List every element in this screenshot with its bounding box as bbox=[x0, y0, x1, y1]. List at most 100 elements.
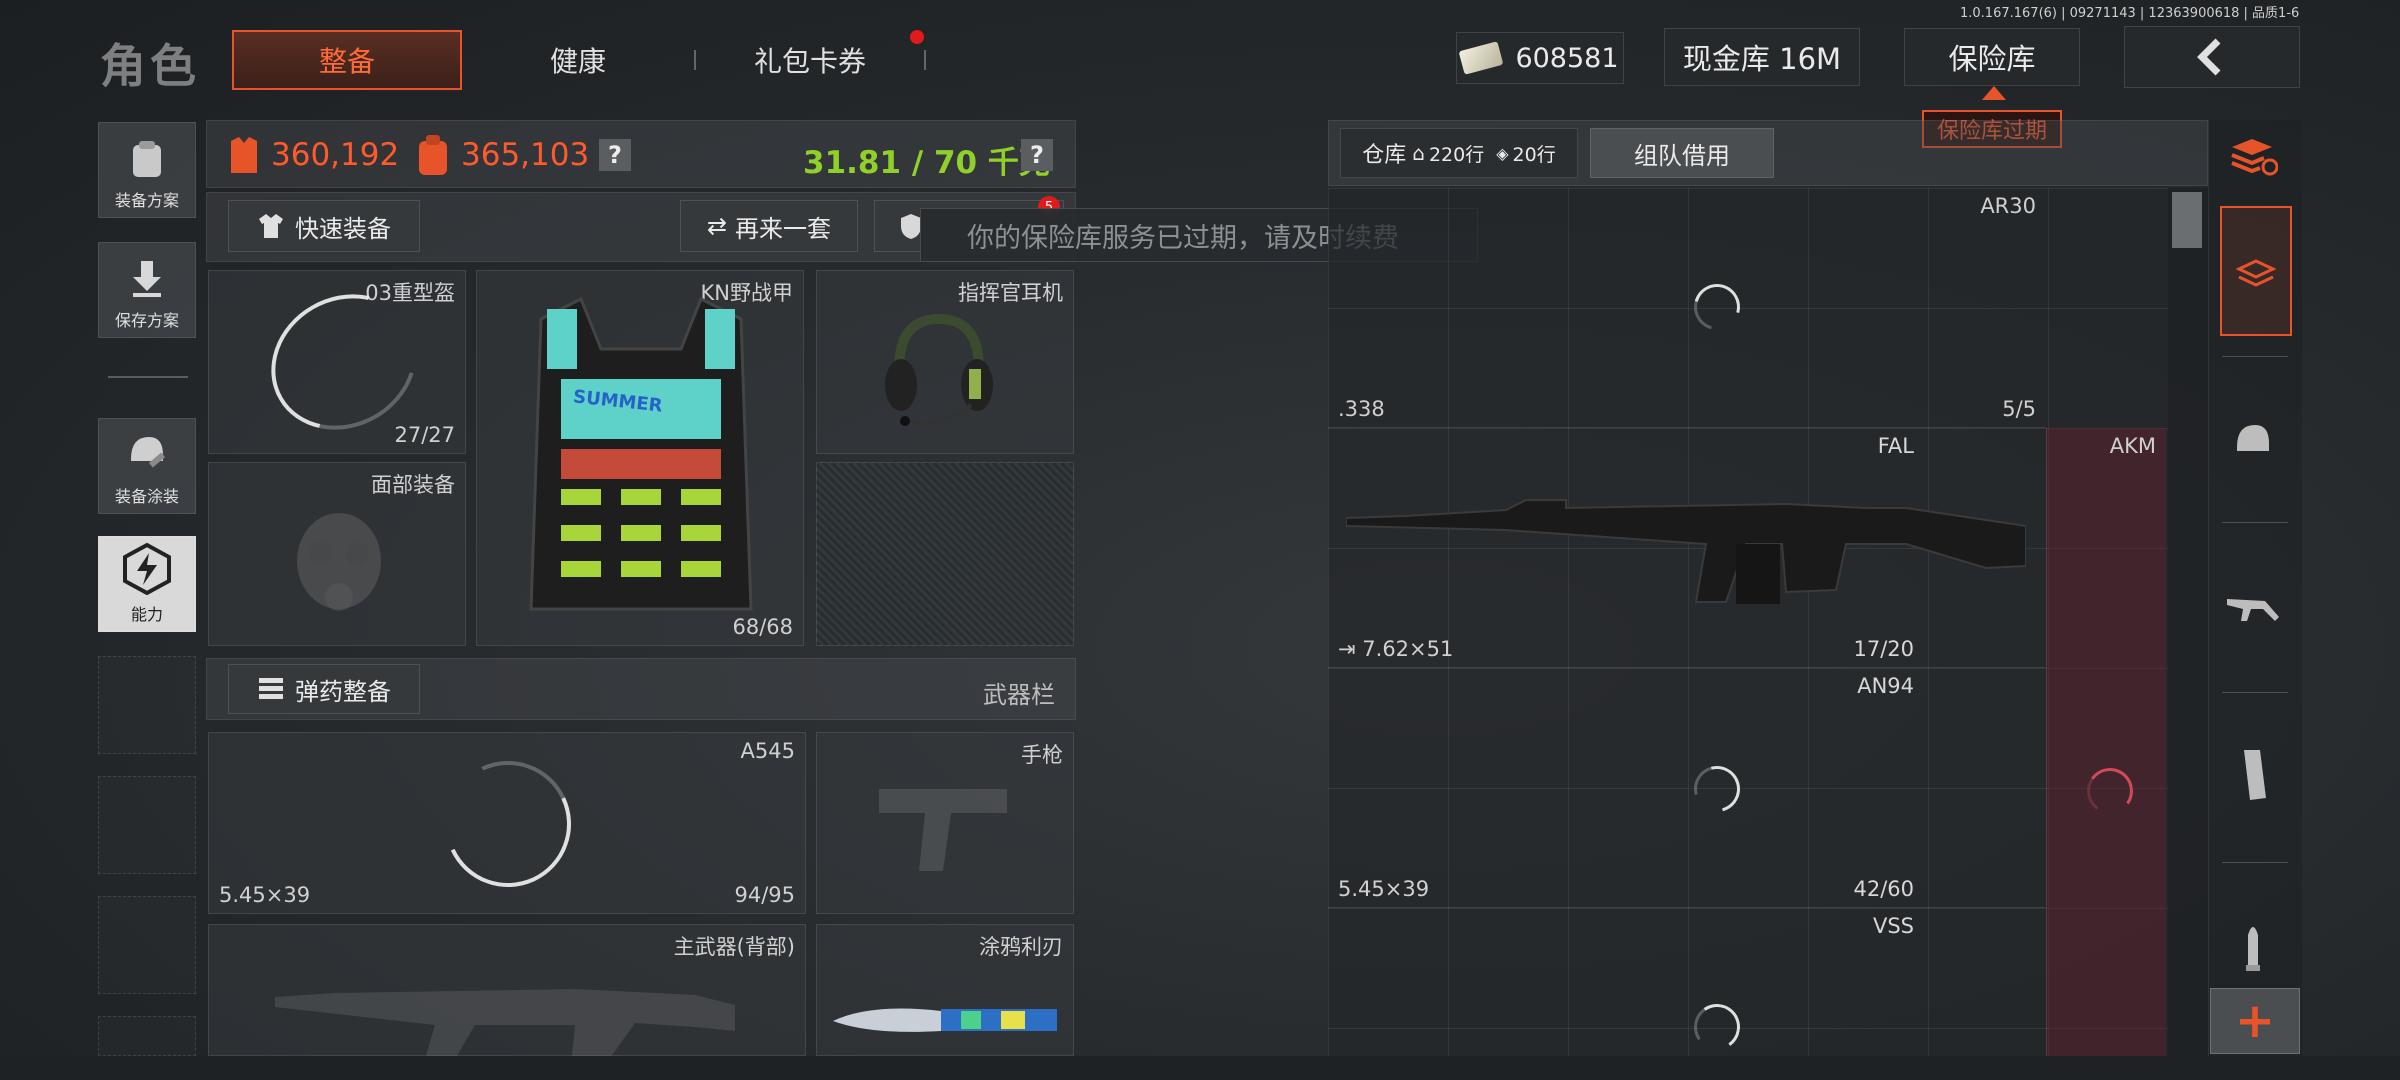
right-filter-all[interactable] bbox=[2220, 206, 2292, 336]
plus-icon: + bbox=[2234, 993, 2276, 1049]
rifle-silhouette-icon bbox=[275, 989, 735, 1065]
storage-scrollbar[interactable] bbox=[2168, 188, 2208, 1056]
fal-rifle-icon bbox=[1346, 499, 2026, 604]
rail-empty-slot bbox=[98, 656, 196, 754]
headset-slot[interactable]: 指挥官耳机 bbox=[816, 270, 1074, 454]
quick-equip-button[interactable]: 快速装备 bbox=[228, 200, 420, 252]
tab-health[interactable]: 健康 bbox=[478, 30, 678, 90]
slot-name: A545 bbox=[740, 739, 795, 763]
magazine-icon bbox=[2244, 750, 2266, 800]
pistol-slot[interactable]: 手枪 bbox=[816, 732, 1074, 914]
equip-again-label: 再来一套 bbox=[735, 214, 832, 243]
slot-name: 指挥官耳机 bbox=[958, 281, 1063, 305]
rail-equipment-skin[interactable]: 装备涂装 bbox=[98, 418, 196, 514]
filter-ammo[interactable] bbox=[2218, 910, 2288, 980]
value-help-button[interactable]: ? bbox=[599, 139, 631, 171]
tab-prepare[interactable]: 整备 bbox=[232, 30, 462, 90]
storage-item-akm[interactable]: AKM bbox=[2046, 428, 2166, 1056]
house-icon: ⌂ bbox=[1412, 141, 1425, 165]
loading-spinner bbox=[2083, 764, 2137, 818]
team-borrow-tab[interactable]: 组队借用 bbox=[1590, 128, 1774, 178]
warehouse-tab[interactable]: 仓库 ⌂ 220行 ◈ 20行 bbox=[1340, 128, 1578, 178]
back-arrow-icon bbox=[2197, 38, 2221, 76]
all-items-icon bbox=[2235, 259, 2277, 287]
sort-layers-button[interactable] bbox=[2218, 122, 2288, 192]
weight-help-button[interactable]: ? bbox=[1021, 139, 1053, 171]
back-button[interactable] bbox=[2124, 26, 2300, 88]
vault-pointer-icon bbox=[1982, 86, 2006, 100]
a545-slot[interactable]: A545 5.45×39 94/95 bbox=[208, 732, 806, 914]
armor-slot[interactable]: KN野战甲 SUMMER 68/68 bbox=[476, 270, 804, 646]
rail-equipment-plan[interactable]: 装备方案 bbox=[98, 122, 196, 218]
armor-vest-icon bbox=[529, 296, 753, 611]
rail-divider bbox=[2222, 862, 2288, 863]
helmet-slot[interactable]: 03重型盔 27/27 bbox=[208, 268, 466, 456]
storage-item-ar30[interactable]: AR30 .338 5/5 bbox=[1328, 188, 2046, 428]
primary-back-slot[interactable]: 主武器(背部) bbox=[208, 924, 806, 1065]
download-icon bbox=[133, 261, 161, 297]
storage-item-fal[interactable]: FAL ⇥ 7.62×51 17/20 bbox=[1328, 428, 2046, 668]
vault-button[interactable]: 保险库 bbox=[1904, 28, 2080, 86]
loading-spinner bbox=[1685, 275, 1749, 339]
vault-label: 保险库 bbox=[1948, 42, 2036, 76]
filter-helmet[interactable] bbox=[2218, 404, 2288, 474]
ammo-caliber: 5.45×39 bbox=[1338, 877, 1430, 901]
add-storage-button[interactable]: + bbox=[2210, 988, 2300, 1054]
page-title: 角色 bbox=[100, 39, 200, 93]
item-name: VSS bbox=[1872, 914, 1914, 938]
layers-sort-icon bbox=[2231, 139, 2278, 176]
rifle-icon bbox=[2227, 599, 2279, 621]
storage-item-vss[interactable]: VSS bbox=[1328, 908, 2046, 1056]
rail-label: 保存方案 bbox=[114, 311, 179, 330]
cash-vault-button[interactable]: 现金库 16M bbox=[1664, 28, 1860, 86]
tab-gift-coupons[interactable]: 礼包卡券 bbox=[710, 30, 910, 90]
notification-dot bbox=[910, 30, 924, 44]
item-name: AR30 bbox=[1980, 194, 2036, 218]
ammo-caliber: ⇥ 7.62×51 bbox=[1338, 637, 1453, 661]
loading-spinner bbox=[1685, 757, 1749, 821]
bottom-strip bbox=[0, 1056, 2400, 1080]
currency-display[interactable]: 608581 bbox=[1456, 32, 1624, 84]
ammo-count: 17/20 bbox=[1853, 637, 1914, 661]
equip-again-button[interactable]: ⇄ 再来一套 bbox=[680, 200, 858, 252]
rail-label: 装备涂装 bbox=[114, 487, 179, 506]
currency-value: 608581 bbox=[1515, 42, 1619, 74]
rail-save-plan[interactable]: 保存方案 bbox=[98, 242, 196, 338]
quick-equip-label: 快速装备 bbox=[295, 214, 391, 243]
headset-icon bbox=[885, 313, 993, 426]
filter-rifle[interactable] bbox=[2218, 572, 2288, 642]
gas-mask-icon bbox=[297, 513, 381, 611]
ability-bolt-icon bbox=[123, 543, 171, 595]
ammo-prepare-button[interactable]: 弹药整备 bbox=[228, 664, 420, 714]
ammo-count: 42/60 bbox=[1853, 877, 1914, 901]
backpack-icon bbox=[133, 141, 161, 177]
slot-name: 面部装备 bbox=[371, 473, 455, 497]
tab-health-label: 健康 bbox=[549, 45, 606, 78]
graffiti-knife-icon bbox=[833, 1008, 1057, 1032]
empty-gear-slot[interactable] bbox=[816, 462, 1074, 646]
version-text: 1.0.167.167(6) | 09271143 | 12363900618 … bbox=[1960, 6, 2300, 21]
storage-item-an94[interactable]: AN94 5.45×39 42/60 bbox=[1328, 668, 2046, 908]
ammo-arrow-icon: ⇥ bbox=[1338, 637, 1363, 661]
rail-label: 能力 bbox=[130, 605, 163, 624]
face-gear-slot[interactable]: 面部装备 bbox=[208, 462, 466, 646]
knife-slot[interactable]: 涂鸦利刃 bbox=[816, 924, 1074, 1056]
rail-empty-slot bbox=[98, 1016, 196, 1056]
tab-gift-label: 礼包卡券 bbox=[753, 45, 866, 78]
scrollbar-thumb[interactable] bbox=[2172, 192, 2202, 248]
help-label: ? bbox=[1030, 141, 1044, 169]
rail-ability[interactable]: 能力 bbox=[98, 536, 196, 632]
tab-divider bbox=[694, 50, 696, 70]
capsule-icon: ◈ bbox=[1496, 143, 1509, 163]
rail-divider bbox=[2222, 356, 2288, 357]
rows2-label: 20行 bbox=[1512, 143, 1556, 166]
item-name: AN94 bbox=[1857, 674, 1914, 698]
ammo-caliber: 5.45×39 bbox=[219, 883, 311, 907]
armor-value-icon bbox=[231, 137, 257, 173]
backpack-value-icon bbox=[419, 135, 447, 175]
helmet-brush-icon bbox=[131, 437, 166, 468]
team-borrow-label: 组队借用 bbox=[1634, 141, 1730, 170]
filter-magazine[interactable] bbox=[2218, 740, 2288, 810]
slot-durability: 68/68 bbox=[732, 615, 793, 639]
carry-weight: 31.81 / 70 千克 bbox=[803, 145, 1050, 181]
